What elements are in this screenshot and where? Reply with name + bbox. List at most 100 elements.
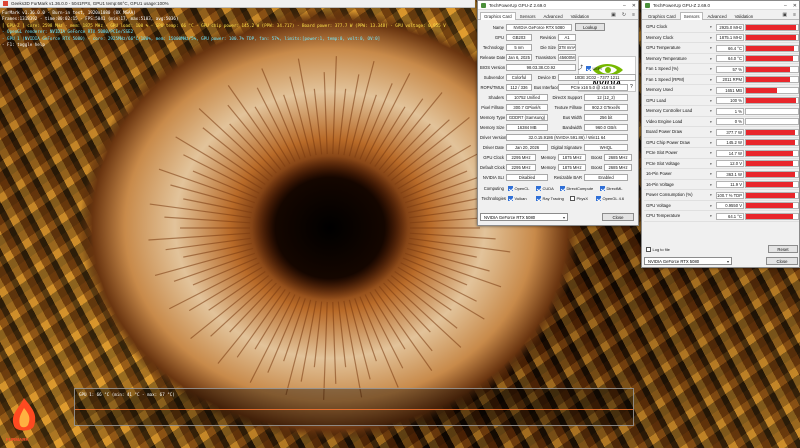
tab-advanced[interactable]: Advanced (539, 12, 566, 20)
revision-label: Revision (539, 35, 556, 40)
sensor-mode-chevron-icon[interactable]: ▾ (710, 162, 712, 166)
furmark-logo-text: FURMARK (6, 437, 29, 442)
furmark-window-title: Geeks3D FurMark v1.36.0.0 - 5041FPS, GPU… (11, 1, 169, 6)
sensor-value: 1651 MB (716, 86, 744, 94)
gpuz-card-titlebar[interactable]: TechPowerUp GPU-Z 2.69.0 – ✕ (478, 1, 638, 10)
sensor-graph (745, 65, 799, 73)
rops-label: ROPs/TMUs (480, 85, 505, 90)
sensors-gpu-select[interactable]: NVIDIA GeForce RTX 5080 ▾ (644, 257, 732, 265)
texture-fillrate-value: 902.2 GTexel/s (584, 104, 628, 111)
sensor-graph-fill (746, 150, 793, 156)
die-size-label: Die Size (540, 45, 556, 50)
gpuz-sensors-tabs: Graphics Card Sensors Advanced Validatio… (642, 10, 799, 20)
sensor-row: GPU Clock ▾ 2925.0 MHz (644, 22, 799, 33)
help-icon[interactable]: ? (630, 84, 633, 90)
tab-sensors[interactable]: Sensors (679, 12, 704, 20)
sensor-value: 0 % (716, 118, 744, 125)
tab-graphics-card[interactable]: Graphics Card (644, 12, 680, 20)
sensor-mode-chevron-icon[interactable]: ▾ (710, 120, 712, 124)
memory-type-value: GDDR7 (Samsung) (506, 114, 548, 121)
temperature-graph-label: GPU 1: 66 °C (min: 41 °C - max: 67 °C) (79, 392, 175, 397)
sensor-value: 2925.0 MHz (716, 23, 744, 31)
close-button[interactable]: Close (602, 213, 634, 221)
sensor-name: Board Power Draw (646, 129, 683, 134)
sensor-row: GPU Load ▾ 100 % (644, 96, 799, 106)
sensor-value: 0.9550 V (716, 202, 744, 209)
lookup-button[interactable]: Lookup (575, 23, 605, 31)
gpuz-sensors-titlebar[interactable]: TechPowerUp GPU-Z 2.69.0 – ✕ (642, 1, 799, 10)
sensor-mode-chevron-icon[interactable]: ▾ (710, 183, 712, 187)
tab-validation[interactable]: Validation (567, 12, 594, 20)
tab-graphics-card[interactable]: Graphics Card (480, 12, 516, 20)
camera-icon[interactable]: ▣ (608, 12, 619, 19)
sensor-mode-chevron-icon[interactable]: ▾ (710, 204, 712, 208)
ray-tracing-checkbox[interactable]: Ray Tracing (536, 196, 564, 201)
tab-sensors[interactable]: Sensors (516, 12, 540, 20)
cuda-checkbox[interactable]: CUDA (536, 186, 554, 191)
sensor-value: 1 % (716, 107, 744, 115)
sensors-close-button[interactable]: Close (766, 257, 798, 265)
sensor-mode-chevron-icon[interactable]: ▾ (710, 88, 712, 92)
sensor-mode-chevron-icon[interactable]: ▾ (710, 67, 712, 71)
physx-checkbox[interactable]: PhysX (570, 196, 588, 201)
camera-icon[interactable]: ▣ (779, 12, 790, 19)
menu-icon[interactable]: ≡ (790, 12, 799, 19)
furmark-titlebar[interactable]: Geeks3D FurMark v1.36.0.0 - 5041FPS, GPU… (0, 0, 475, 8)
sensor-mode-chevron-icon[interactable]: ▾ (710, 151, 712, 155)
sensor-mode-chevron-icon[interactable]: ▾ (710, 141, 712, 145)
log-to-file-label: Log to file (652, 247, 670, 252)
reset-button[interactable]: Reset (768, 245, 798, 253)
sensor-name: 16-Pin Voltage (646, 181, 674, 187)
pixel-fillrate-label: Pixel Fillrate (481, 105, 504, 110)
memory-size-label: Memory Size (480, 125, 505, 130)
sensor-mode-chevron-icon[interactable]: ▾ (710, 130, 712, 134)
sensor-row: CPU Temperature ▾ 64.1 °C (644, 211, 799, 222)
opencl-checkbox[interactable]: OpenCL (508, 186, 529, 191)
tab-validation[interactable]: Validation (731, 12, 758, 20)
sensor-graph (745, 149, 799, 157)
die-size-value: 378 mm² (558, 44, 576, 51)
memory-clock-label: Memory (540, 155, 556, 160)
refresh-icon[interactable]: ↻ (619, 12, 629, 19)
sensor-graph (745, 139, 799, 146)
directml-checkbox[interactable]: DirectML (600, 186, 623, 191)
sensor-value: 145.2 W (716, 139, 744, 146)
memory-size-value: 16384 MB (506, 124, 548, 131)
sensor-mode-chevron-icon[interactable]: ▾ (710, 193, 712, 197)
directcompute-checkbox[interactable]: DirectCompute (560, 186, 593, 191)
close-icon[interactable]: ✕ (632, 3, 636, 9)
tab-advanced[interactable]: Advanced (703, 12, 730, 20)
minimize-icon[interactable]: – (623, 3, 626, 9)
close-icon[interactable]: ✕ (793, 3, 797, 9)
sensor-graph-fill (746, 203, 793, 208)
sensor-mode-chevron-icon[interactable]: ▾ (710, 214, 712, 218)
sensor-graph-fill (746, 129, 796, 135)
sensor-mode-chevron-icon[interactable]: ▾ (710, 99, 712, 103)
sensor-mode-chevron-icon[interactable]: ▾ (710, 36, 712, 40)
sensor-mode-chevron-icon[interactable]: ▾ (710, 109, 712, 113)
sensor-mode-chevron-icon[interactable]: ▾ (710, 78, 712, 82)
sensor-graph-fill (746, 35, 797, 40)
log-to-file-checkbox[interactable]: Log to file (646, 247, 670, 252)
opengl-checkbox[interactable]: OpenGL 4.6 (596, 196, 624, 201)
sensor-mode-chevron-icon[interactable]: ▾ (710, 57, 712, 61)
gpu-device-select[interactable]: NVIDIA GeForce RTX 5080 ▾ (480, 213, 568, 221)
sensor-mode-chevron-icon[interactable]: ▾ (710, 172, 712, 176)
ray-tracing-label: Ray Tracing (542, 196, 564, 201)
driver-date-value: Jan 20, 2026 (506, 144, 548, 151)
sensor-mode-chevron-icon[interactable]: ▾ (710, 46, 712, 50)
minimize-icon[interactable]: – (784, 3, 787, 9)
device-id-label: Device ID (537, 75, 556, 80)
sensor-graph-fill (746, 182, 793, 187)
sensor-mode-chevron-icon[interactable]: ▾ (710, 25, 712, 29)
vulkan-checkbox[interactable]: Vulkan (508, 196, 527, 201)
opencl-label: OpenCL (514, 186, 530, 191)
share-icon[interactable]: ⤴ (578, 64, 583, 71)
menu-icon[interactable]: ≡ (629, 12, 638, 19)
bus-interface-label: Bus Interface (534, 85, 559, 90)
uefi-checkbox[interactable]: UEFI (586, 66, 602, 71)
sensor-value: 57 % (716, 65, 744, 73)
sensor-graph (745, 202, 799, 209)
sensor-value: 14.7 W (716, 149, 744, 157)
sensor-graph-fill (746, 140, 796, 145)
